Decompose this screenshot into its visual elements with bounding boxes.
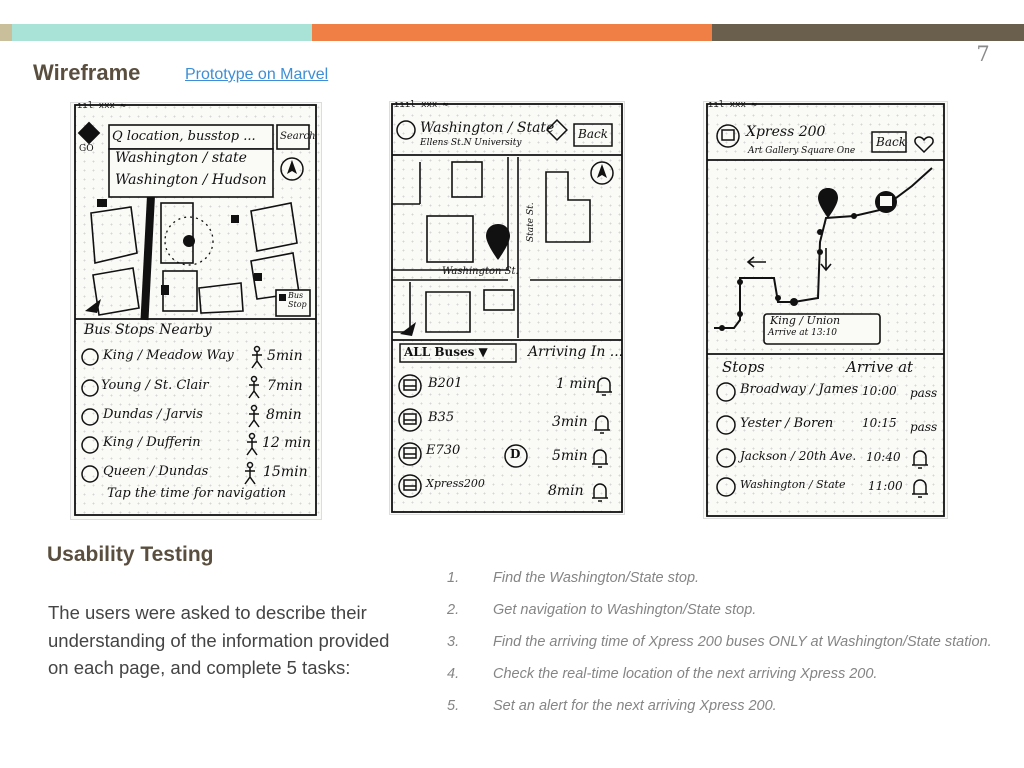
search-input[interactable]: Q location, busstop ... (112, 129, 256, 144)
popup-stop: King / Union (770, 314, 841, 327)
stop-name[interactable]: Dundas / Jarvis (103, 407, 203, 422)
street-label: State St. (526, 202, 536, 242)
arrival-time: 10:15 (862, 416, 897, 430)
stop-name[interactable]: Jackson / 20th Ave. (740, 449, 856, 463)
arrival-time: 10:40 (866, 450, 901, 464)
task-number: 1. (447, 570, 460, 586)
route-destinations: Art Gallery Square One (748, 146, 856, 156)
color-bar-segment (0, 24, 12, 41)
stops-column-header: Stops (722, 358, 765, 376)
task-number: 3. (447, 634, 460, 650)
testing-description: The users were asked to describe their u… (48, 602, 390, 678)
stop-name[interactable]: King / Dufferin (103, 435, 201, 450)
cross-streets: Ellens St.N University (420, 138, 522, 148)
arriving-label: Arriving In ... (528, 344, 624, 360)
arrival-time[interactable]: 3min (552, 414, 588, 430)
suggestion-item[interactable]: Washington / state (115, 150, 247, 166)
stop-name[interactable]: Queen / Dundas (103, 464, 208, 479)
bus-route[interactable]: E730 (426, 443, 460, 458)
arrival-time[interactable]: 5min (552, 448, 588, 464)
section-title: Bus Stops Nearby (84, 322, 212, 338)
stop-name[interactable]: Young / St. Clair (101, 378, 209, 393)
stop-time[interactable]: 15min (263, 464, 308, 480)
go-label[interactable]: GO (79, 144, 94, 154)
section-heading: Usability Testing (47, 543, 214, 566)
bus-stop-legend: Bus Stop (288, 291, 307, 309)
task-text: Get navigation to Washington/State stop. (493, 602, 757, 618)
task-number: 2. (447, 602, 460, 618)
bus-route[interactable]: Xpress200 (426, 477, 485, 490)
color-bar-segment (12, 24, 312, 41)
bus-filter-dropdown[interactable]: ALL Buses ▼ (404, 345, 488, 359)
stop-name[interactable]: King / Meadow Way (103, 348, 234, 363)
back-button[interactable]: Back (876, 135, 906, 149)
navigation-hint: Tap the time for navigation (107, 486, 287, 501)
stop-time[interactable]: 12 min (262, 435, 311, 451)
task-number: 4. (447, 666, 460, 682)
color-bar-segment (312, 24, 712, 41)
color-bar-segment (712, 24, 1024, 41)
task-text: Check the real-time location of the next… (493, 666, 878, 682)
status-bar: ıııl xxx ≈ (394, 100, 449, 110)
prototype-link[interactable]: Prototype on Marvel (185, 66, 328, 84)
wireframe-nearby-stops: ııl xxx ≈ Q location, busstop ... Search… (70, 101, 322, 520)
stop-time[interactable]: 5min (267, 348, 303, 364)
status-bar: ııl xxx ≈ (77, 101, 126, 111)
suggestion-item[interactable]: Washington / Hudson (115, 172, 267, 188)
arrival-time[interactable]: 1 min (556, 376, 596, 392)
arrival-time[interactable]: 8min (548, 483, 584, 499)
bus-route[interactable]: B35 (428, 410, 454, 425)
popup-time: Arrive at 13:10 (768, 328, 838, 338)
task-text: Find the arriving time of Xpress 200 bus… (493, 634, 992, 650)
arrive-column-header: Arrive at (846, 358, 914, 376)
wireframe-stop-detail: ıııl xxx ≈ Washington / State Ellens St.… (389, 100, 625, 515)
bus-route[interactable]: B201 (428, 376, 462, 391)
stop-title: Washington / State (420, 120, 555, 136)
stop-time[interactable]: 8min (266, 407, 302, 423)
route-title: Xpress 200 (746, 124, 826, 140)
wireframe-route-tracking: ııl xxx ≈ Xpress 200 Art Gallery Square … (703, 100, 948, 519)
task-text: Find the Washington/State stop. (493, 570, 700, 586)
stop-name[interactable]: Washington / State (740, 478, 846, 491)
top-color-bar (0, 24, 1024, 41)
pass-label: pass (910, 386, 938, 400)
slide-title: Wireframe (33, 60, 141, 85)
stop-name[interactable]: Yester / Boren (740, 416, 833, 431)
task-number: 5. (447, 698, 460, 714)
search-button[interactable]: Search (280, 131, 316, 142)
stop-time[interactable]: 7min (267, 378, 303, 394)
status-bar: ııl xxx ≈ (708, 100, 757, 110)
d-badge: D (510, 447, 521, 461)
task-text: Set an alert for the next arriving Xpres… (493, 698, 777, 714)
arrival-time: 10:00 (862, 384, 897, 398)
page-number: 7 (976, 42, 990, 66)
back-button[interactable]: Back (578, 127, 608, 141)
pass-label: pass (910, 420, 938, 434)
arrival-time: 11:00 (868, 479, 903, 493)
stop-name[interactable]: Broadway / James (740, 382, 858, 397)
street-label: Washington St. (442, 266, 519, 277)
